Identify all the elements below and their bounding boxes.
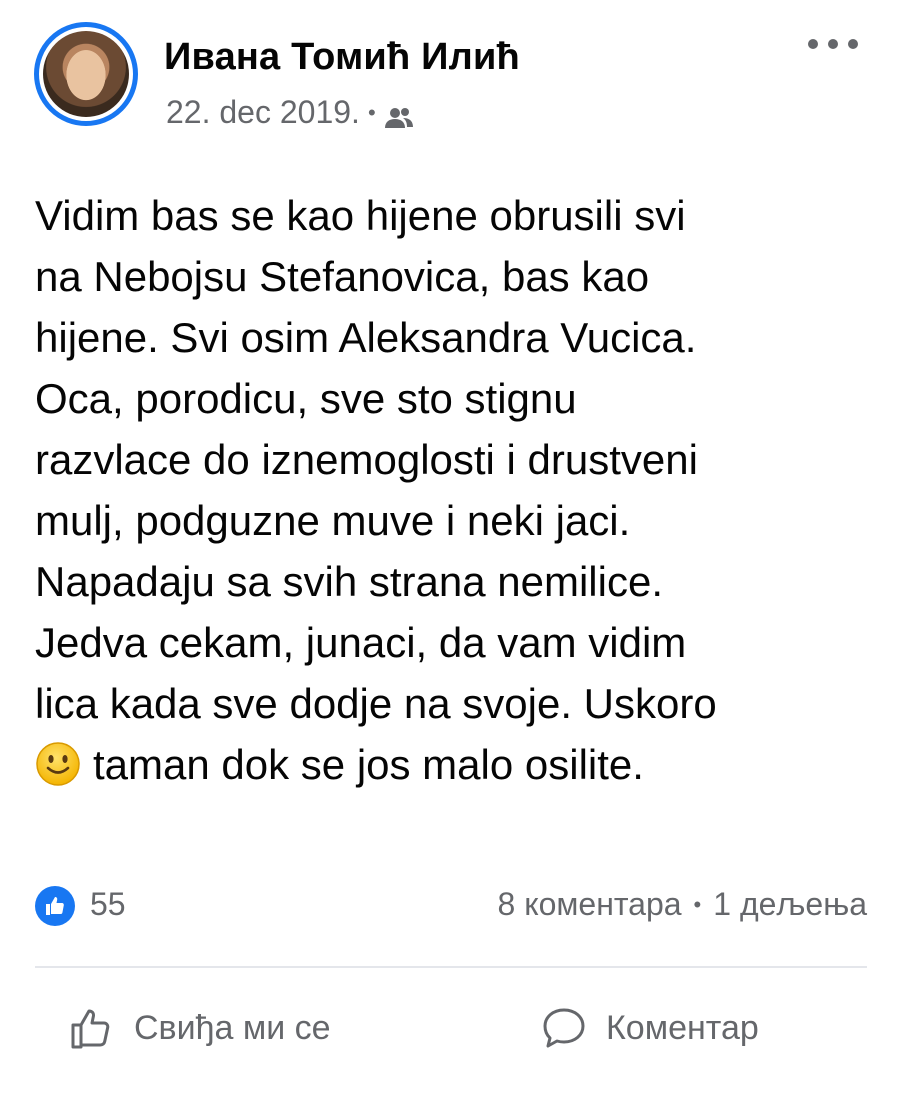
avatar[interactable] — [34, 22, 138, 126]
share-count[interactable]: 1 дељења — [713, 886, 867, 923]
like-button[interactable]: Свиђа ми се — [68, 998, 331, 1058]
profile-photo — [43, 31, 129, 117]
author-name[interactable]: Ивана Томић Илић — [164, 36, 520, 79]
post-date[interactable]: 22. dec 2019. — [166, 94, 360, 131]
meta-separator: • — [367, 99, 376, 125]
facebook-post: Ивана Томић Илић 22. dec 2019. • Vidim b… — [0, 0, 900, 1094]
post-text-last-line: taman dok se jos malo osilite. — [93, 741, 644, 788]
like-reaction-icon[interactable] — [35, 886, 75, 926]
comment-bubble-icon — [540, 1004, 588, 1052]
post-actions: Свиђа ми се Коментар — [0, 988, 900, 1068]
post-meta: 22. dec 2019. • — [166, 94, 414, 131]
friends-icon — [384, 101, 414, 128]
more-icon[interactable] — [808, 34, 858, 54]
like-count[interactable]: 55 — [90, 886, 126, 923]
slightly-smiling-face-icon — [35, 741, 81, 787]
divider — [35, 966, 867, 968]
comment-button-label: Коментар — [606, 1008, 759, 1047]
post-body: Vidim bas se kao hijene obrusili svi na … — [35, 185, 875, 795]
stats-right: 8 коментара • 1 дељења — [498, 886, 867, 923]
comment-count[interactable]: 8 коментара — [498, 886, 682, 923]
comment-button[interactable]: Коментар — [540, 998, 759, 1058]
post-stats: 55 8 коментара • 1 дељења — [35, 882, 867, 932]
like-button-label: Свиђа ми се — [134, 1008, 331, 1047]
stats-separator: • — [693, 891, 702, 917]
thumbs-up-icon — [68, 1004, 116, 1052]
post-text: Vidim bas se kao hijene obrusili svi na … — [35, 192, 717, 727]
post-header: Ивана Томић Илић 22. dec 2019. • — [34, 22, 870, 142]
